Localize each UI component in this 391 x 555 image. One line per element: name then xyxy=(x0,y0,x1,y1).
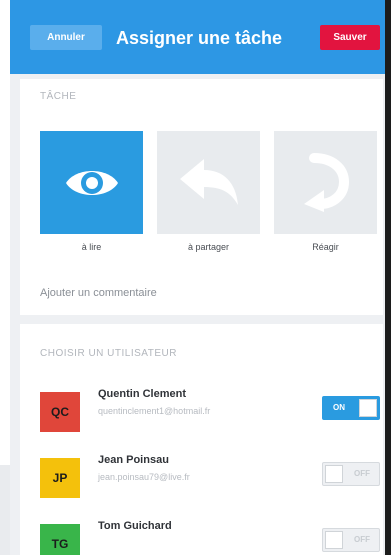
cancel-button[interactable]: Annuler xyxy=(30,25,102,50)
top-navbar: Annuler Assigner une tâche Sauver xyxy=(10,0,385,74)
task-card: TÂCHE à lire à partager Réagir Ajouter u… xyxy=(20,79,383,315)
user-email: quentinclement1@hotmail.fr xyxy=(98,406,211,416)
task-option-label: Réagir xyxy=(312,242,339,252)
app-screen: Annuler Assigner une tâche Sauver TÂCHE … xyxy=(0,0,391,555)
task-option-label: à lire xyxy=(81,242,102,252)
user-email: jean.poinsau79@live.fr xyxy=(98,472,190,482)
avatar: JP xyxy=(40,458,80,498)
user-name: Quentin Clement xyxy=(98,388,187,400)
toggle-knob xyxy=(325,531,343,549)
task-section-title: TÂCHE xyxy=(40,91,77,102)
toggle-knob xyxy=(359,399,377,417)
user-name: Tom Guichard xyxy=(98,520,172,532)
save-button[interactable]: Sauver xyxy=(320,25,380,50)
task-option-label: à partager xyxy=(187,242,230,252)
list-item[interactable]: JP Jean Poinsau jean.poinsau79@live.fr O… xyxy=(40,454,380,510)
curved-arrow-icon xyxy=(274,131,377,234)
user-section-title: CHOISIR UN UTILISATEUR xyxy=(40,348,177,359)
assign-toggle[interactable]: OFF xyxy=(322,462,380,486)
user-name: Jean Poinsau xyxy=(98,454,169,466)
user-card: CHOISIR UN UTILISATEUR QC Quentin Clemen… xyxy=(20,324,383,555)
list-item[interactable]: TG Tom Guichard OFF xyxy=(40,520,380,555)
toggle-knob xyxy=(325,465,343,483)
list-item[interactable]: QC Quentin Clement quentinclement1@hotma… xyxy=(40,388,380,444)
avatar: QC xyxy=(40,392,80,432)
assign-toggle[interactable]: OFF xyxy=(322,528,380,552)
assign-task-view: Annuler Assigner une tâche Sauver TÂCHE … xyxy=(10,0,385,555)
reply-arrow-icon xyxy=(157,131,260,234)
task-option-share[interactable]: à partager xyxy=(157,131,260,256)
task-option-read[interactable]: à lire xyxy=(40,131,143,256)
toggle-label: ON xyxy=(333,403,345,412)
window-edge xyxy=(385,0,391,555)
assign-toggle[interactable]: ON xyxy=(322,396,380,420)
avatar: TG xyxy=(40,524,80,555)
page-title: Assigner une tâche xyxy=(116,28,283,48)
toggle-label: OFF xyxy=(354,535,370,544)
comment-input[interactable]: Ajouter un commentaire xyxy=(40,287,157,299)
eye-icon xyxy=(40,131,143,234)
task-option-react[interactable]: Réagir xyxy=(274,131,377,256)
toggle-label: OFF xyxy=(354,469,370,478)
task-options: à lire à partager Réagir xyxy=(40,131,380,256)
